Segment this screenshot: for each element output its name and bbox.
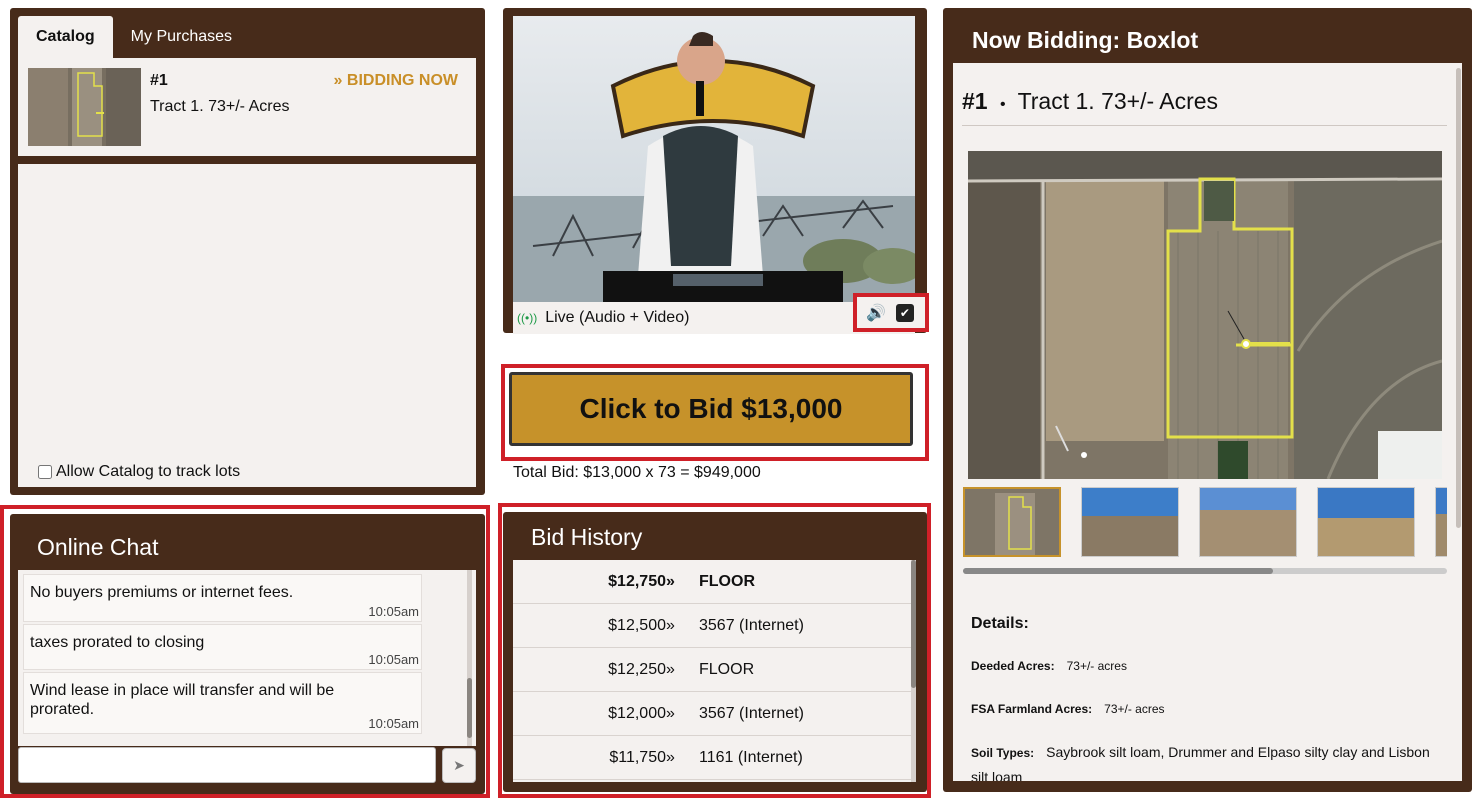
bid-history-list[interactable]: $12,750 » FLOOR $12,500 » 3567 (Internet… <box>513 560 911 782</box>
bid-amount: $12,000 <box>608 705 666 722</box>
photo-thumbnail[interactable] <box>1435 487 1447 557</box>
track-lots-option[interactable]: Allow Catalog to track lots <box>38 463 240 481</box>
total-bid-text: Total Bid: $13,000 x 73 = $949,000 <box>513 464 761 481</box>
photo-thumbnail[interactable] <box>1317 487 1415 557</box>
bid-arrow: » <box>666 573 675 590</box>
bid-amount: $12,500 <box>608 617 666 634</box>
detail-key: FSA Farmland Acres: <box>971 702 1093 716</box>
chat-input[interactable] <box>18 747 436 783</box>
bid-bidder: FLOOR <box>699 573 755 590</box>
detail-value: 73+/- acres <box>1104 702 1165 716</box>
bid-arrow: » <box>666 705 675 722</box>
bid-history-row: $12,750 » FLOOR <box>513 560 911 604</box>
chat-message-text: taxes prorated to closing <box>30 634 205 651</box>
bid-history-row: $11,750 » 1161 (Internet) <box>513 736 911 780</box>
current-lot-title: Tract 1. 73+/- Acres <box>1017 88 1219 114</box>
stream-status-label: Live (Audio + Video) <box>545 309 690 326</box>
detail-key: Soil Types: <box>971 746 1035 760</box>
bid-arrow: » <box>666 749 675 766</box>
chat-message-time: 10:05am <box>368 652 419 667</box>
bid-amount: $11,750 <box>609 749 666 766</box>
bid-history-row: $12,500 » 3567 (Internet) <box>513 604 911 648</box>
catalog-lot-item[interactable]: #1 Tract 1. 73+/- Acres » BIDDING NOW <box>18 58 476 156</box>
live-video-feed[interactable] <box>513 16 915 302</box>
bid-history-scroll-thumb[interactable] <box>911 560 916 688</box>
bid-history-panel: Bid History $12,750 » FLOOR $12,500 » 35… <box>503 512 927 792</box>
bid-amount: $12,250 <box>608 661 666 678</box>
current-lot-heading: #1 • Tract 1. 73+/- Acres <box>962 88 1218 115</box>
bid-arrow: » <box>666 617 675 634</box>
bid-arrow: » <box>666 661 675 678</box>
chat-message: Wind lease in place will transfer and wi… <box>23 672 422 734</box>
bid-amount: $12,750 <box>608 573 666 590</box>
bid-history-title: Bid History <box>531 524 643 550</box>
bid-bidder: 3567 (Internet) <box>699 705 804 722</box>
chat-scroll-thumb[interactable] <box>467 678 472 738</box>
lot-status-badge: » BIDDING NOW <box>333 72 458 89</box>
now-bidding-panel: Now Bidding: Boxlot #1 • Tract 1. 73+/- … <box>943 8 1472 792</box>
tab-catalog[interactable]: Catalog <box>18 16 113 58</box>
bid-history-row: $12,000 » 3567 (Internet) <box>513 692 911 736</box>
now-bidding-body: #1 • Tract 1. 73+/- Acres Details: Deede… <box>953 63 1462 781</box>
detail-value: 73+/- acres <box>1066 659 1127 673</box>
photo-thumbnail[interactable] <box>1081 487 1179 557</box>
lot-aerial-map[interactable] <box>968 151 1442 479</box>
tab-my-purchases[interactable]: My Purchases <box>113 16 250 58</box>
thumbnail-scrollbar[interactable] <box>963 568 1447 574</box>
catalog-panel: Catalog My Purchases #1 Tract 1. 73+/- A… <box>10 8 485 495</box>
lot-number: #1 <box>150 72 168 89</box>
catalog-tabs: Catalog My Purchases <box>18 16 250 58</box>
detail-key: Deeded Acres: <box>971 659 1055 673</box>
bid-history-row: $12,250 » FLOOR <box>513 648 911 692</box>
details-scrollbar[interactable] <box>1456 68 1461 528</box>
chat-title: Online Chat <box>37 534 159 560</box>
chat-message: taxes prorated to closing 10:05am <box>23 624 422 670</box>
current-lot-separator: • <box>999 96 1006 113</box>
chat-message-time: 10:05am <box>368 604 419 619</box>
chat-message-text: No buyers premiums or internet fees. <box>30 584 294 601</box>
chat-message-list[interactable]: No buyers premiums or internet fees. 10:… <box>18 570 476 746</box>
lot-thumbnail[interactable] <box>28 68 141 146</box>
now-bidding-title: Now Bidding: Boxlot <box>972 27 1199 53</box>
current-lot-number: #1 <box>962 88 988 114</box>
bid-bidder: 1161 (Internet) <box>699 749 803 766</box>
track-lots-checkbox[interactable] <box>38 465 52 479</box>
detail-fsa-acres: FSA Farmland Acres: 73+/- acres <box>971 702 1165 716</box>
detail-value: Saybrook silt loam, Drummer and Elpaso s… <box>971 744 1430 781</box>
divider <box>962 125 1447 126</box>
bid-bidder: FLOOR <box>699 661 755 678</box>
highlight-video-controls <box>853 293 929 332</box>
chat-scrollbar[interactable] <box>467 570 472 746</box>
bid-button-area: Click to Bid $13,000 <box>501 364 929 461</box>
catalog-list-area: Allow Catalog to track lots <box>18 164 476 487</box>
bid-history-scrollbar[interactable] <box>911 560 916 782</box>
online-chat-panel: Online Chat No buyers premiums or intern… <box>10 514 485 794</box>
track-lots-label: Allow Catalog to track lots <box>56 463 241 480</box>
video-panel: ((•)) Live (Audio + Video) <box>503 8 927 334</box>
chat-message-text: Wind lease in place will transfer and wi… <box>30 682 335 718</box>
photo-thumbnail-strip <box>963 487 1447 559</box>
detail-deeded-acres: Deeded Acres: 73+/- acres <box>971 659 1127 673</box>
details-heading: Details: <box>971 615 1029 632</box>
chat-message: No buyers premiums or internet fees. 10:… <box>23 574 422 622</box>
send-arrow-icon[interactable]: ➤ <box>442 748 476 783</box>
photo-thumbnail[interactable] <box>963 487 1061 557</box>
thumbnail-scroll-thumb[interactable] <box>963 568 1273 574</box>
photo-thumbnail[interactable] <box>1199 487 1297 557</box>
chat-message-time: 10:05am <box>368 716 419 731</box>
lot-title: Tract 1. 73+/- Acres <box>150 98 290 115</box>
bid-button[interactable]: Click to Bid $13,000 <box>509 372 913 446</box>
detail-soil-types: Soil Types: Saybrook silt loam, Drummer a… <box>971 740 1431 781</box>
broadcast-icon: ((•)) <box>517 311 538 325</box>
bid-bidder: 3567 (Internet) <box>699 617 804 634</box>
